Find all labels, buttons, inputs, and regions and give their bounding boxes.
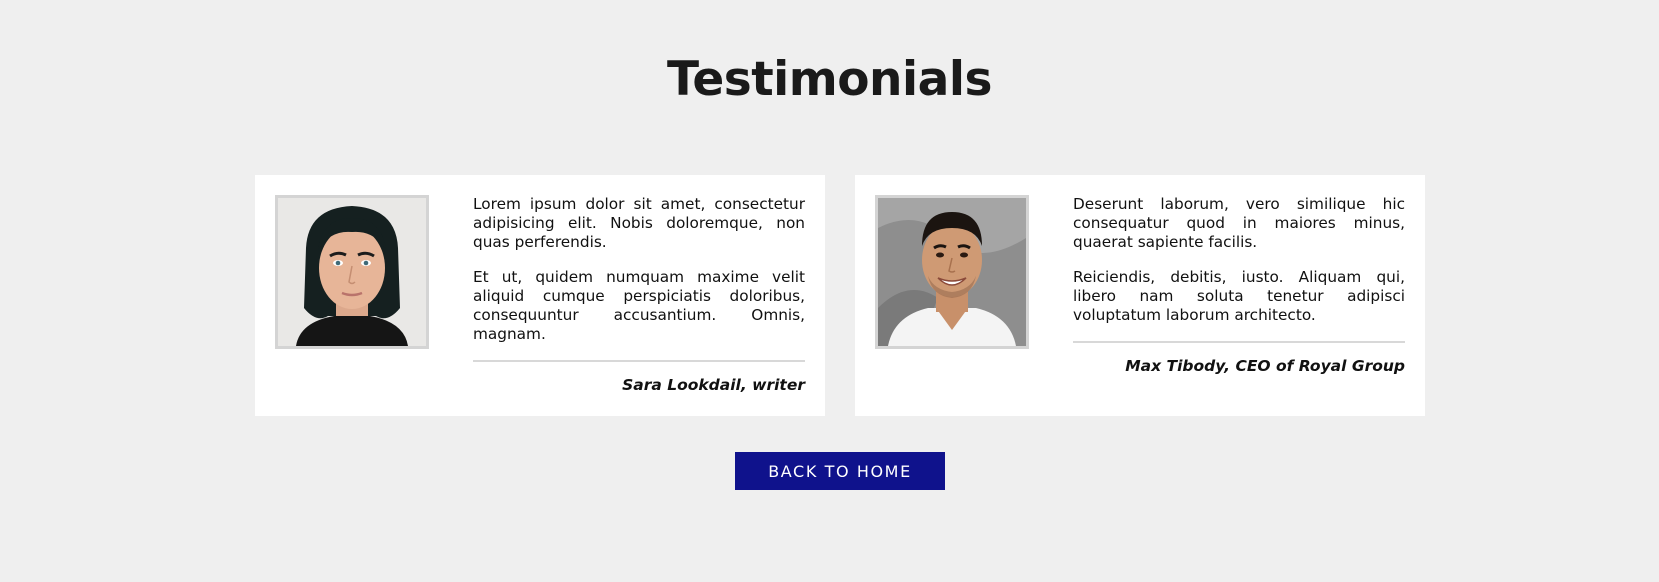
- testimonial-paragraph: Reiciendis, debitis, iusto. Aliquam qui,…: [1073, 268, 1405, 324]
- testimonial-paragraph: Et ut, quidem numquam maxime velit aliqu…: [473, 268, 805, 343]
- woman-portrait-icon: [278, 198, 426, 346]
- testimonial-paragraph: Lorem ipsum dolor sit amet, consectetur …: [473, 195, 805, 251]
- testimonial-card: Deserunt laborum, vero similique hic con…: [855, 175, 1425, 416]
- divider: [1073, 341, 1405, 343]
- man-portrait-icon: [878, 198, 1026, 346]
- testimonial-body: Deserunt laborum, vero similique hic con…: [1073, 195, 1405, 375]
- testimonial-photo-man: [875, 195, 1029, 349]
- testimonial-author: Max Tibody, CEO of Royal Group: [1125, 357, 1405, 375]
- testimonials-page: Testimonials Lorem ipsum dolor sit amet,…: [0, 0, 1659, 582]
- testimonial-body: Lorem ipsum dolor sit amet, consectetur …: [473, 195, 805, 394]
- testimonial-author: Sara Lookdail, writer: [622, 376, 805, 394]
- page-title: Testimonials: [667, 52, 992, 107]
- divider: [473, 360, 805, 362]
- back-to-home-button[interactable]: BACK TO HOME: [735, 452, 945, 490]
- testimonial-paragraph: Deserunt laborum, vero similique hic con…: [1073, 195, 1405, 251]
- testimonial-photo-woman: [275, 195, 429, 349]
- testimonial-card: Lorem ipsum dolor sit amet, consectetur …: [255, 175, 825, 416]
